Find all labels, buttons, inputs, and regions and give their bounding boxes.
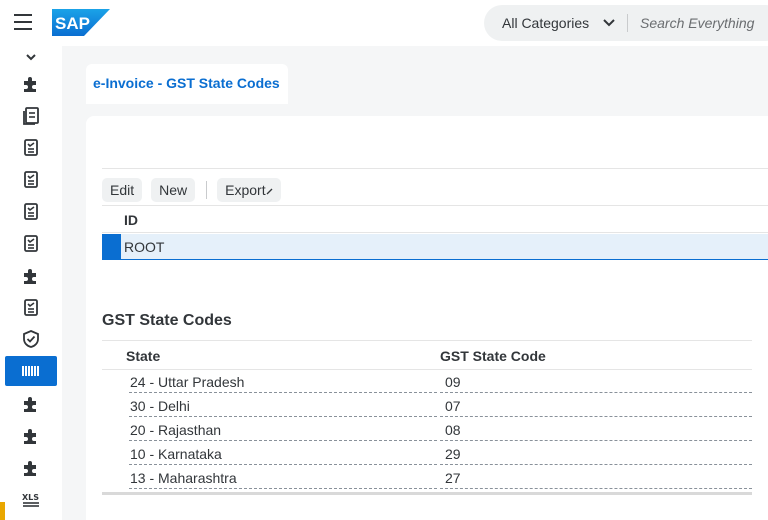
- cell-underline: [129, 392, 437, 393]
- chevron-down-icon: [603, 19, 615, 27]
- chevron-down-icon[interactable]: [26, 54, 36, 62]
- scroll-marker: [0, 502, 5, 520]
- search-separator: [627, 14, 628, 32]
- sidebar-item-documents[interactable]: [5, 100, 57, 130]
- table-row[interactable]: 10 - Karnataka 29: [102, 442, 752, 466]
- cell-underline: [440, 440, 752, 441]
- sidebar-item-barcode[interactable]: [5, 356, 57, 386]
- sidebar-item-xls[interactable]: XLS: [5, 484, 57, 514]
- table-bottom-border: [102, 492, 752, 495]
- checklist-icon: [24, 203, 38, 220]
- table-row[interactable]: ROOT: [102, 234, 768, 260]
- sidebar-item-shield-check[interactable]: [5, 324, 57, 354]
- barcode-icon: [22, 366, 39, 376]
- sap-logo[interactable]: SAP: [52, 9, 110, 36]
- checklist-icon: [24, 235, 38, 252]
- shell-header: SAP All Categories: [0, 0, 768, 46]
- state-cell: 20 - Rajasthan: [130, 422, 222, 438]
- puzzle-icon: [24, 269, 36, 284]
- sidebar-item-puzzle[interactable]: [5, 68, 57, 98]
- checklist-icon: [24, 171, 38, 188]
- cell-underline: [440, 392, 752, 393]
- cell-underline: [129, 440, 437, 441]
- menu-icon[interactable]: [14, 14, 32, 30]
- code-cell: 07: [445, 398, 461, 414]
- puzzle-icon: [24, 77, 36, 92]
- category-select[interactable]: All Categories: [502, 5, 615, 41]
- puzzle-icon: [24, 429, 36, 444]
- checklist-icon: [24, 139, 38, 156]
- id-cell: ROOT: [124, 239, 165, 255]
- gst-state-codes-table: State GST State Code 24 - Uttar Pradesh 0…: [102, 340, 752, 495]
- table-row[interactable]: 20 - Rajasthan 08: [102, 418, 752, 442]
- documents-icon: [23, 107, 39, 125]
- code-column-header: GST State Code: [440, 348, 546, 364]
- table-row[interactable]: 30 - Delhi 07: [102, 394, 752, 418]
- cell-underline: [440, 464, 752, 465]
- new-button[interactable]: New: [151, 178, 196, 202]
- sidebar-item-checklist[interactable]: [5, 164, 57, 194]
- row-selector[interactable]: [102, 234, 121, 260]
- code-cell: 29: [445, 446, 461, 462]
- sidebar-item-checklist[interactable]: [5, 228, 57, 258]
- xls-icon: XLS: [22, 493, 39, 507]
- id-column-header: ID: [124, 212, 138, 228]
- main-content: e-Invoice - GST State Codes Edit New Exp…: [62, 46, 768, 520]
- state-cell: 30 - Delhi: [130, 398, 190, 414]
- table-row[interactable]: 24 - Uttar Pradesh 09: [102, 370, 752, 394]
- svg-text:SAP: SAP: [55, 14, 90, 33]
- category-label: All Categories: [502, 15, 590, 31]
- code-cell: 09: [445, 374, 461, 390]
- checklist-icon: [24, 299, 38, 316]
- search-input[interactable]: [640, 5, 768, 41]
- tab-gst-state-codes[interactable]: e-Invoice - GST State Codes: [86, 64, 288, 104]
- edit-button[interactable]: Edit: [102, 178, 143, 202]
- sidebar-item-menu[interactable]: [5, 516, 57, 520]
- sidebar-item-puzzle[interactable]: [5, 420, 57, 450]
- state-cell: 10 - Karnataka: [130, 446, 222, 462]
- cell-underline: [129, 416, 437, 417]
- cell-underline: [440, 416, 752, 417]
- state-cell: 24 - Uttar Pradesh: [130, 374, 245, 390]
- cell-underline: [129, 464, 437, 465]
- sidebar-item-checklist[interactable]: [5, 292, 57, 322]
- divider: [102, 168, 768, 169]
- sidebar-item-checklist[interactable]: [5, 196, 57, 226]
- sidebar-item-puzzle[interactable]: [5, 452, 57, 482]
- sidebar-item-puzzle[interactable]: [5, 260, 57, 290]
- shield-check-icon: [23, 330, 39, 348]
- object-page-card: Edit New Export ID ROOT GST State Codes …: [86, 116, 768, 520]
- export-label: Export: [225, 182, 266, 198]
- section-title: GST State Codes: [102, 312, 232, 329]
- state-column-header: State: [126, 348, 161, 364]
- puzzle-icon: [24, 397, 36, 412]
- sidebar-item-puzzle[interactable]: [5, 388, 57, 418]
- toolbar-separator: [206, 181, 208, 199]
- export-button[interactable]: Export: [217, 178, 281, 202]
- table-row[interactable]: 13 - Maharashtra 27: [102, 466, 752, 490]
- table-header: State GST State Code: [102, 340, 752, 370]
- cell-underline: [129, 488, 437, 489]
- code-cell: 08: [445, 422, 461, 438]
- id-table-header: ID: [102, 205, 768, 233]
- svg-text:XLS: XLS: [22, 493, 39, 502]
- code-cell: 27: [445, 470, 461, 486]
- cell-underline: [440, 488, 752, 489]
- side-navigation: XLS: [0, 46, 62, 520]
- expand-icon: [266, 188, 273, 195]
- sidebar-item-checklist[interactable]: [5, 132, 57, 162]
- toolbar: Edit New Export: [102, 174, 290, 206]
- state-cell: 13 - Maharashtra: [130, 470, 237, 486]
- search-bar: All Categories: [484, 5, 768, 41]
- puzzle-icon: [24, 461, 36, 476]
